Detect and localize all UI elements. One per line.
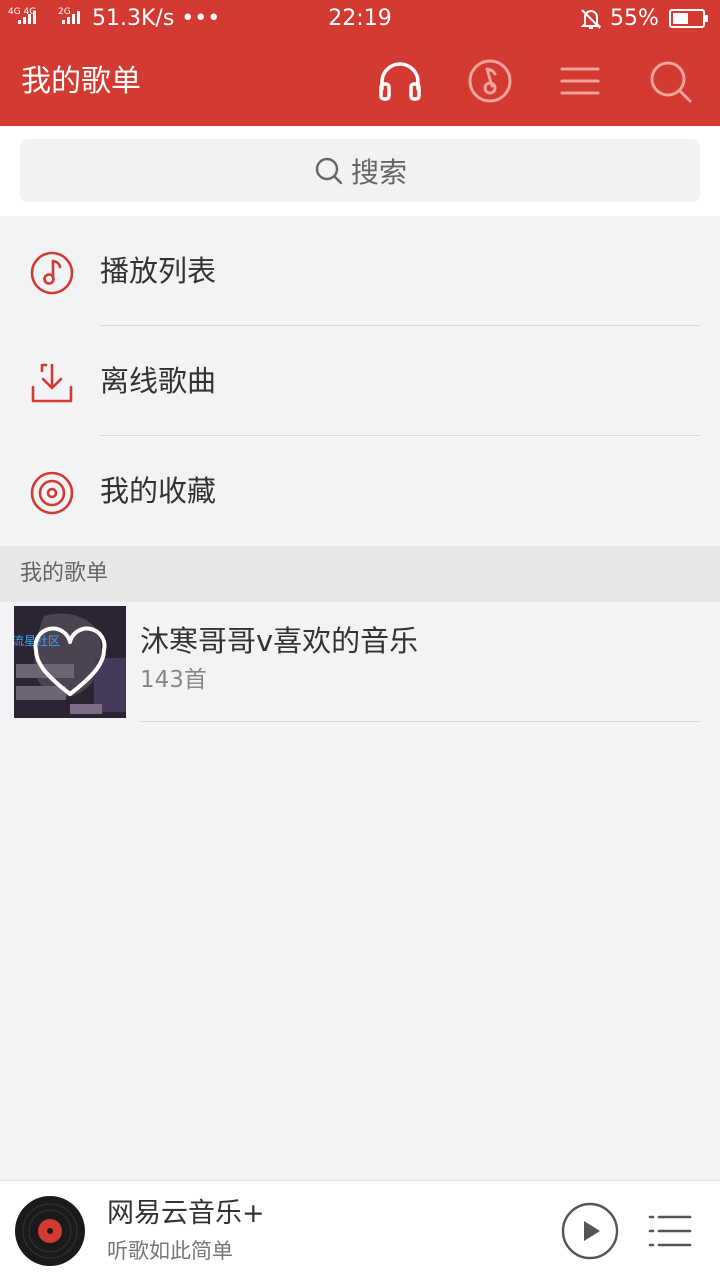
menu-item-offline[interactable]: 离线歌曲 (0, 326, 720, 436)
bell-muted-icon (578, 6, 604, 32)
now-playing-subtitle: 听歌如此简单 (107, 1239, 233, 1263)
menu-item-playlist[interactable]: 播放列表 (0, 216, 720, 326)
section-header: 我的歌单 (0, 546, 720, 602)
heart-icon (33, 626, 107, 696)
search-icon[interactable] (645, 56, 695, 106)
search-input[interactable]: 搜索 (20, 139, 700, 202)
play-icon (561, 1202, 619, 1260)
playlist-icon (648, 1215, 692, 1247)
menu-item-label: 播放列表 (100, 254, 217, 288)
signal-icon (62, 10, 80, 24)
playlist-button[interactable] (646, 1211, 694, 1251)
playlist-cover: 流星社区 (14, 606, 126, 718)
disc-icon (28, 469, 76, 517)
page-title: 我的歌单 (21, 64, 141, 99)
section-title: 我的歌单 (20, 561, 109, 586)
search-placeholder: 搜索 (350, 155, 407, 189)
vinyl-disc-icon[interactable] (15, 1196, 85, 1266)
download-icon (28, 359, 76, 407)
signal-icon (18, 10, 36, 24)
headphones-icon[interactable] (375, 56, 425, 106)
battery-percent: 55% (610, 6, 659, 31)
playlist-row[interactable]: 流星社区 沐寒哥哥v喜欢的音乐 143首 (0, 602, 720, 722)
search-area: 搜索 (0, 126, 720, 216)
playlist-name: 沐寒哥哥v喜欢的音乐 (140, 624, 419, 658)
menu-item-label: 离线歌曲 (100, 364, 217, 398)
status-bar: 4G 4G 2G 51.3K/s ••• 22:19 55% (0, 0, 720, 40)
music-note-icon[interactable] (465, 56, 515, 106)
net-speed: 51.3K/s ••• (92, 6, 221, 31)
divider (140, 721, 700, 722)
app-header: 4G 4G 2G 51.3K/s ••• 22:19 55% 我的歌单 (0, 0, 720, 126)
menu-item-label: 我的收藏 (100, 474, 217, 508)
battery-level (673, 13, 689, 24)
mini-player[interactable]: 网易云音乐+ 听歌如此简单 (0, 1180, 720, 1280)
status-time: 22:19 (328, 6, 392, 31)
now-playing-title: 网易云音乐+ (107, 1198, 265, 1229)
play-button[interactable] (561, 1202, 619, 1260)
battery-icon (669, 9, 708, 28)
playlist-count: 143首 (140, 667, 207, 693)
search-icon (315, 157, 343, 184)
menu-item-favorites[interactable]: 我的收藏 (0, 436, 720, 546)
music-note-circle-icon (28, 249, 76, 297)
menu-icon[interactable] (555, 56, 605, 106)
